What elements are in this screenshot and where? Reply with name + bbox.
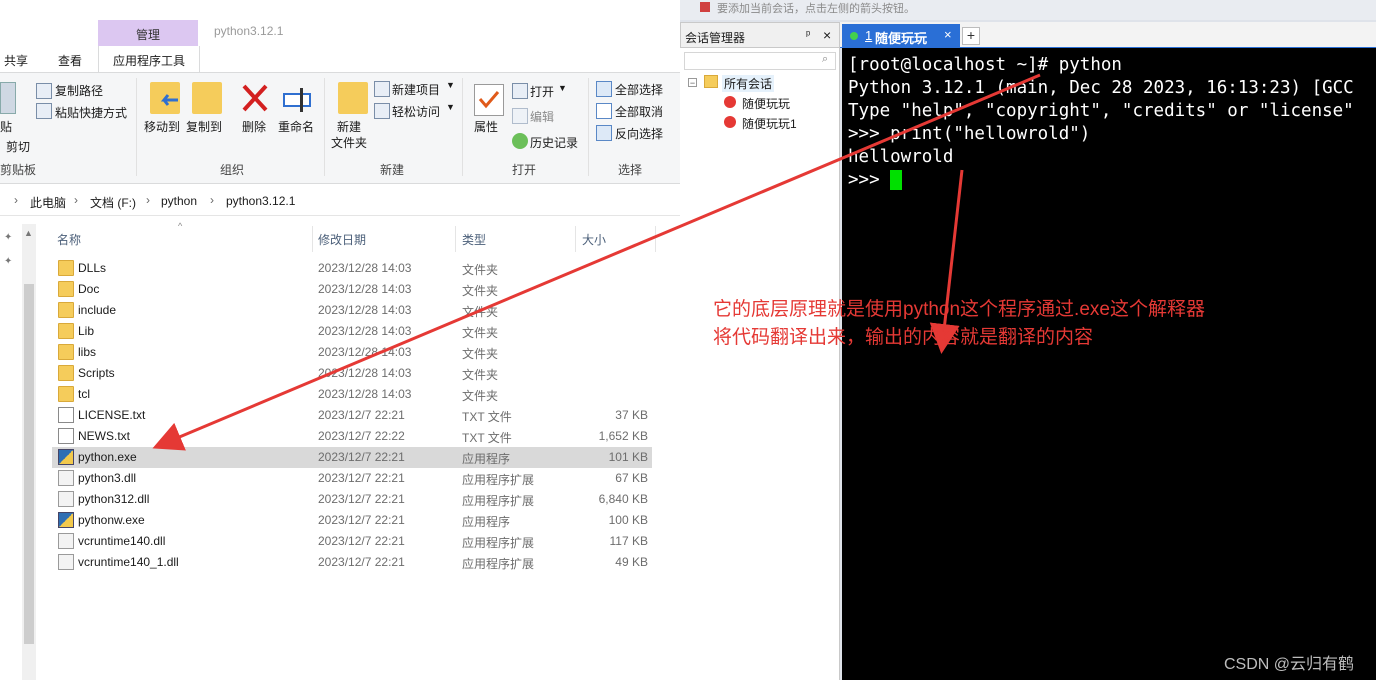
annotation-text-line-2: 将代码翻译出来，输出的内容就是翻译的内容 (713, 327, 1094, 348)
arrow-to-python-exe (152, 73, 1041, 451)
watermark: CSDN @云归有鹤 (1224, 656, 1355, 673)
annotation-text-line-1: 它的底层原理就是使用python这个程序通过.exe这个解释器 (713, 299, 1205, 320)
annotation-arrows (152, 73, 1041, 451)
